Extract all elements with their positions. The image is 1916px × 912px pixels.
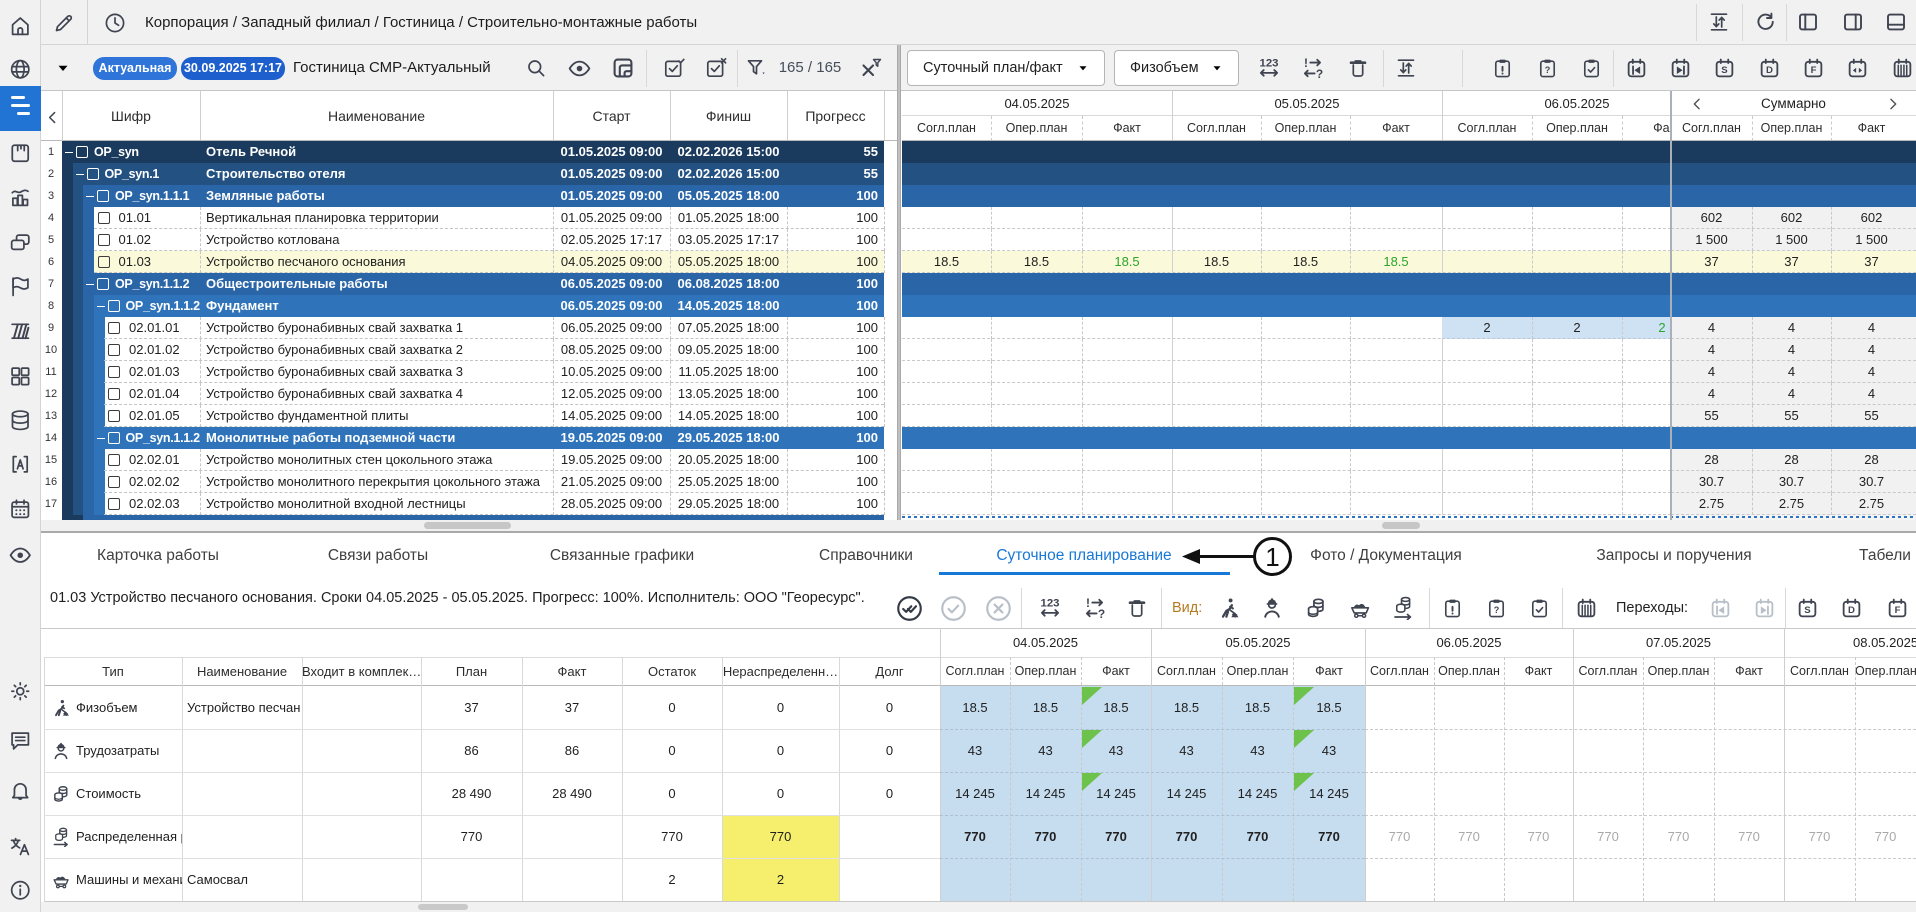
svg-text:!: !: [1086, 596, 1090, 610]
svg-text:D: D: [1766, 65, 1773, 76]
svg-text:?: ?: [1493, 604, 1499, 614]
svg-text:123: 123: [1041, 597, 1060, 609]
svg-text:123: 123: [1260, 57, 1279, 69]
svg-text:D: D: [1848, 605, 1855, 616]
svg-text:F: F: [1894, 605, 1900, 616]
svg-text:S: S: [1804, 605, 1811, 616]
svg-text:F: F: [1810, 65, 1816, 76]
svg-text:!: !: [1304, 56, 1308, 70]
svg-text:?: ?: [1544, 64, 1550, 74]
svg-text:?: ?: [1316, 67, 1323, 81]
svg-text:?: ?: [1098, 607, 1105, 621]
svg-text:S: S: [1721, 65, 1728, 76]
